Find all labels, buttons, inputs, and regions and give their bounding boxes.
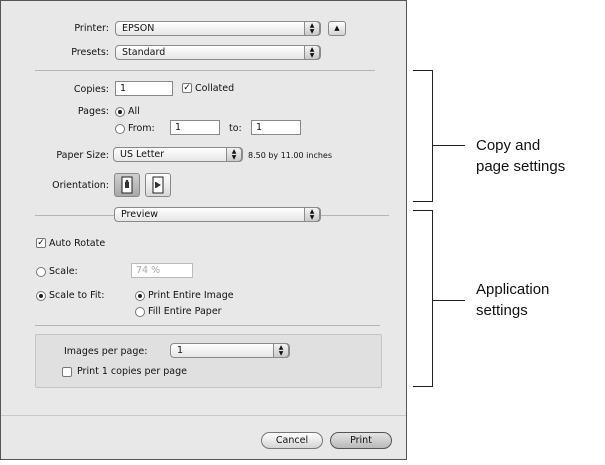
scale-to-fit-label: Scale to Fit:	[49, 290, 105, 301]
copies-field[interactable]: 1	[115, 81, 173, 96]
fill-entire-paper-label: Fill Entire Paper	[148, 306, 222, 317]
callout-application: Application settings	[476, 279, 549, 321]
landscape-orientation-button[interactable]	[145, 173, 171, 197]
callout-copy-page-line1: Copy and	[476, 137, 541, 154]
callout-copy-page-line2: page settings	[476, 158, 566, 175]
pages-to-label: to:	[229, 123, 242, 134]
scale-radio[interactable]	[36, 267, 46, 277]
portrait-orientation-icon	[121, 176, 133, 194]
pages-all-label: All	[128, 106, 140, 117]
presets-label: Presets:	[71, 47, 109, 58]
fill-entire-paper-radio[interactable]	[135, 307, 145, 317]
portrait-orientation-button[interactable]	[114, 173, 140, 197]
up-down-arrows-icon: ▲ ▼	[226, 147, 242, 162]
paper-size-value: US Letter	[120, 149, 165, 160]
pages-to-field[interactable]: 1	[251, 120, 301, 135]
presets-value: Standard	[122, 47, 166, 58]
bracket-vertical	[432, 70, 433, 202]
paper-size-popup[interactable]: US Letter ▲ ▼	[113, 147, 243, 162]
bracket-vertical	[432, 210, 433, 387]
separator	[35, 325, 380, 326]
pages-label: Pages:	[77, 106, 109, 117]
print-button[interactable]: Print	[330, 432, 392, 449]
panel-popup[interactable]: Preview ▲ ▼	[114, 207, 321, 222]
images-per-page-label: Images per page:	[64, 346, 148, 357]
images-per-page-value: 1	[177, 345, 184, 356]
pages-all-radio[interactable]	[115, 107, 125, 117]
up-down-arrows-icon: ▲ ▼	[304, 207, 320, 222]
presets-popup[interactable]: Standard ▲ ▼	[115, 45, 321, 60]
orientation-label: Orientation:	[52, 180, 109, 191]
bracket-bottom	[413, 386, 433, 387]
panel-popup-value: Preview	[121, 209, 158, 220]
print-copies-label: Print 1 copies per page	[77, 366, 187, 377]
callout-application-line1: Application	[476, 281, 550, 298]
paper-dimensions: 8.50 by 11.00 inches	[248, 151, 333, 160]
separator	[35, 70, 375, 71]
auto-rotate-label: Auto Rotate	[49, 238, 106, 249]
images-per-page-group: Images per page: 1 ▲ ▼ Print 1 copies per…	[35, 334, 382, 388]
print-entire-image-radio[interactable]	[135, 291, 145, 301]
print-dialog: Printer: EPSON ▲ ▼ ▲ Presets: Standard ▲ ▼…	[0, 0, 407, 460]
landscape-orientation-icon	[152, 176, 164, 194]
copies-label: Copies:	[73, 84, 109, 95]
up-down-arrows-icon: ▲ ▼	[304, 45, 320, 60]
print-copies-checkbox[interactable]	[62, 367, 72, 377]
auto-rotate-checkbox[interactable]: ✓	[36, 238, 46, 248]
scale-field[interactable]: 74 %	[131, 263, 193, 278]
images-per-page-popup[interactable]: 1 ▲ ▼	[170, 343, 290, 358]
separator	[1, 415, 406, 416]
paper-size-label: Paper Size:	[56, 150, 109, 161]
printer-popup[interactable]: EPSON ▲ ▼	[115, 21, 321, 36]
printer-value: EPSON	[122, 23, 155, 34]
up-down-arrows-icon: ▲ ▼	[273, 343, 289, 358]
cancel-button[interactable]: Cancel	[261, 432, 323, 449]
disclosure-triangle-icon[interactable]: ▲	[328, 21, 346, 36]
bracket-top	[413, 70, 433, 71]
callout-pointer	[433, 300, 465, 301]
bracket-top	[413, 210, 433, 211]
bracket-bottom	[413, 201, 433, 202]
callout-copy-page: Copy and page settings	[476, 135, 565, 177]
up-down-arrows-icon: ▲ ▼	[304, 21, 320, 36]
callout-pointer	[433, 145, 465, 146]
pages-from-field[interactable]: 1	[170, 120, 220, 135]
print-entire-image-label: Print Entire Image	[148, 290, 234, 301]
pages-from-label: From:	[128, 123, 155, 134]
collated-label: Collated	[195, 83, 235, 94]
callout-application-line2: settings	[476, 302, 528, 319]
scale-to-fit-radio[interactable]	[36, 291, 46, 301]
pages-from-radio[interactable]	[115, 124, 125, 134]
scale-label: Scale:	[49, 266, 78, 277]
printer-label: Printer:	[74, 23, 109, 34]
collated-checkbox[interactable]: ✓	[182, 83, 192, 93]
